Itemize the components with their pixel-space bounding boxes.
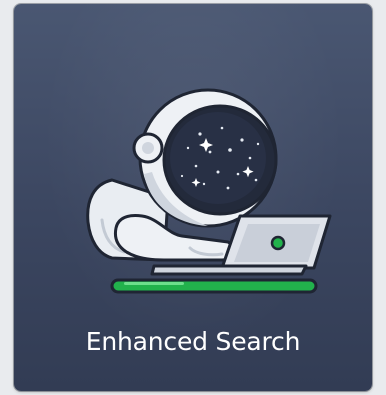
astronaut-with-laptop-icon bbox=[72, 88, 334, 298]
card-title: Enhanced Search bbox=[85, 327, 301, 356]
enhanced-search-card[interactable]: Enhanced Search bbox=[14, 4, 372, 391]
